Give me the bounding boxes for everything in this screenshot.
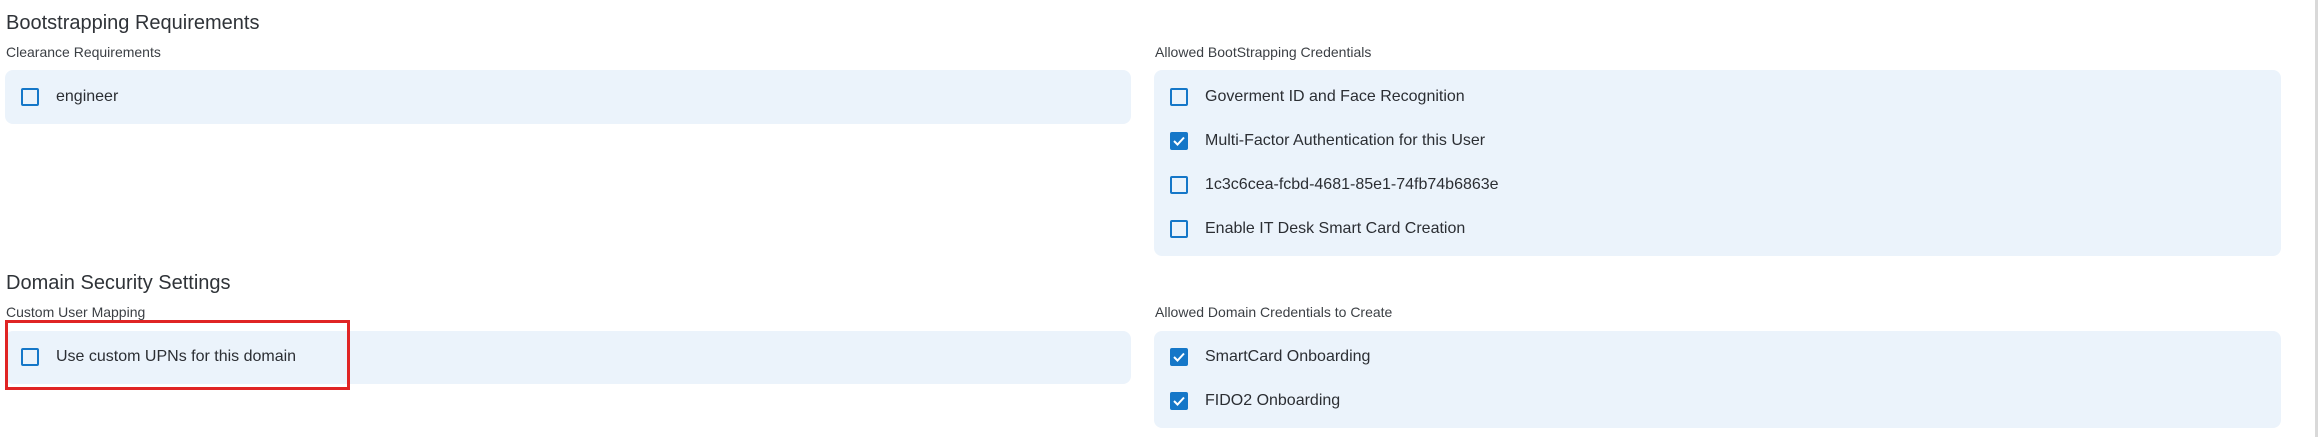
checkbox[interactable] — [1170, 348, 1188, 366]
checkbox[interactable] — [1170, 132, 1188, 150]
allowed-bootstrapping-credentials-label: Allowed BootStrapping Credentials — [1155, 44, 1372, 60]
allowed-bootstrapping-credentials-panel: Goverment ID and Face Recognition Multi-… — [1154, 70, 2281, 256]
checkbox[interactable] — [1170, 220, 1188, 238]
allowed-domain-credentials-label: Allowed Domain Credentials to Create — [1155, 304, 1393, 320]
clearance-requirements-label: Clearance Requirements — [6, 44, 161, 60]
custom-user-mapping-label: Custom User Mapping — [6, 304, 146, 320]
credential-option-mfa[interactable]: Multi-Factor Authentication for this Use… — [1154, 119, 1485, 163]
check-icon — [1173, 396, 1185, 406]
credential-option-government-id[interactable]: Goverment ID and Face Recognition — [1154, 75, 1465, 119]
clearance-requirements-panel: engineer — [5, 70, 1131, 124]
page: Bootstrapping Requirements Clearance Req… — [0, 0, 2318, 437]
checkbox-label: engineer — [56, 88, 119, 105]
domain-credential-option-smartcard[interactable]: SmartCard Onboarding — [1154, 335, 1370, 379]
checkbox[interactable] — [1170, 88, 1188, 106]
check-icon — [1173, 352, 1185, 362]
checkbox[interactable] — [21, 88, 39, 106]
check-icon — [1173, 136, 1185, 146]
domain-security-section-title: Domain Security Settings — [6, 272, 231, 294]
clearance-option-engineer[interactable]: engineer — [5, 75, 118, 119]
highlight-box — [5, 320, 350, 390]
checkbox-label: Multi-Factor Authentication for this Use… — [1205, 132, 1486, 149]
domain-credential-option-fido2[interactable]: FIDO2 Onboarding — [1154, 379, 1340, 423]
credential-option-it-desk-smart-card[interactable]: Enable IT Desk Smart Card Creation — [1154, 207, 1465, 251]
checkbox[interactable] — [1170, 392, 1188, 410]
allowed-domain-credentials-panel: SmartCard Onboarding FIDO2 Onboarding — [1154, 331, 2281, 428]
checkbox-label: SmartCard Onboarding — [1205, 348, 1371, 365]
credential-option-guid[interactable]: 1c3c6cea-fcbd-4681-85e1-74fb74b6863e — [1154, 163, 1499, 207]
checkbox-label: 1c3c6cea-fcbd-4681-85e1-74fb74b6863e — [1205, 176, 1499, 193]
bootstrapping-section-title: Bootstrapping Requirements — [6, 12, 260, 34]
checkbox-label: FIDO2 Onboarding — [1205, 392, 1341, 409]
checkbox-label: Goverment ID and Face Recognition — [1205, 88, 1465, 105]
checkbox[interactable] — [1170, 176, 1188, 194]
checkbox-label: Enable IT Desk Smart Card Creation — [1205, 220, 1466, 237]
